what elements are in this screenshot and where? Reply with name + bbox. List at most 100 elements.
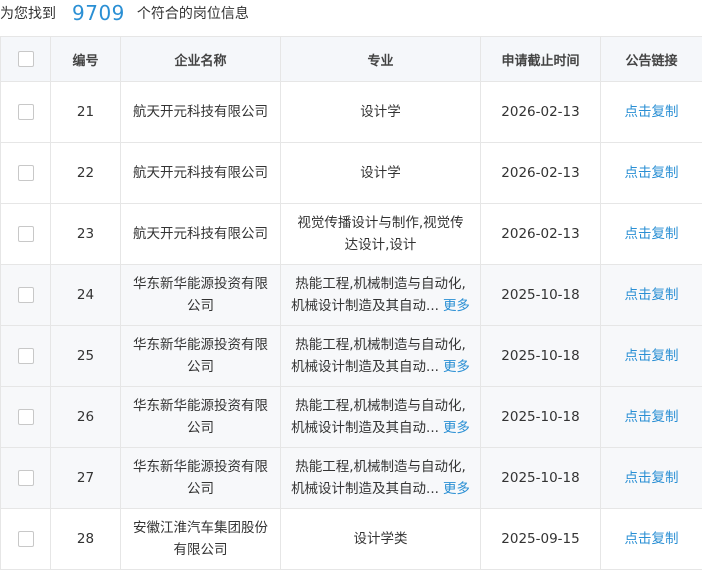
header-major: 专业 (280, 36, 481, 82)
deadline: 2026-02-13 (480, 203, 601, 265)
major-line: 设计学 (360, 104, 401, 120)
row-select-cell[interactable] (0, 447, 51, 509)
row-select-cell[interactable] (0, 386, 51, 448)
row-select-cell[interactable] (0, 203, 51, 265)
row-checkbox[interactable] (17, 104, 34, 120)
deadline: 2025-09-15 (480, 508, 601, 570)
copy-link[interactable]: 点击复制 (625, 531, 679, 547)
row-number: 28 (50, 508, 121, 570)
major-line-text: 机械设计制造及其自动... (291, 298, 439, 314)
major-line: 机械设计制造及其自动... 更多 (281, 417, 480, 439)
major-line: 设计学 (360, 165, 401, 181)
table-row: 28 安徽江淮汽车集团股份有限公司 设计学类 2025-09-15 点击复制 (0, 508, 702, 570)
major-line: 设计学类 (353, 531, 408, 547)
major-line: 热能工程,机械制造与自动化, (295, 276, 466, 292)
row-select-cell[interactable] (0, 81, 51, 143)
major-line: 热能工程,机械制造与自动化, (295, 337, 466, 353)
select-all-cell[interactable] (0, 36, 51, 82)
row-number: 23 (50, 203, 121, 265)
header-link: 公告链接 (600, 36, 702, 82)
company-name: 安徽江淮汽车集团股份有限公司 (120, 508, 281, 570)
company-name: 航天开元科技有限公司 (120, 203, 281, 265)
table-row: 22 航天开元科技有限公司 设计学 2026-02-13 点击复制 (0, 142, 702, 204)
company-name: 航天开元科技有限公司 (120, 81, 281, 143)
copy-link[interactable]: 点击复制 (625, 470, 679, 486)
major-cell: 热能工程,机械制造与自动化, 机械设计制造及其自动... 更多 (280, 447, 481, 509)
announcement-link-cell: 点击复制 (600, 325, 702, 387)
major-line: 视觉传播设计与制作,视觉传 (297, 215, 464, 231)
major-line: 热能工程,机械制造与自动化, (295, 398, 466, 414)
company-name: 华东新华能源投资有限公司 (120, 325, 281, 387)
announcement-link-cell: 点击复制 (600, 81, 702, 143)
table-row: 23 航天开元科技有限公司 视觉传播设计与制作,视觉传 达设计,设计 2026-02-1… (0, 203, 702, 265)
more-link[interactable]: 更多 (443, 359, 470, 375)
major-line-text: 机械设计制造及其自动... (291, 359, 439, 375)
copy-link[interactable]: 点击复制 (625, 104, 679, 120)
announcement-link-cell: 点击复制 (600, 142, 702, 204)
row-number: 25 (50, 325, 121, 387)
row-checkbox[interactable] (17, 226, 34, 242)
company-name-text: 华东新华能源投资有限公司 (133, 459, 268, 497)
row-checkbox[interactable] (17, 165, 34, 181)
header-company: 企业名称 (120, 36, 281, 82)
table-row: 25 华东新华能源投资有限公司 热能工程,机械制造与自动化, 机械设计制造及其自动..… (0, 325, 702, 387)
copy-link[interactable]: 点击复制 (625, 287, 679, 303)
results-summary: 为您找到 9709 个符合的岗位信息 (0, 0, 702, 26)
copy-link[interactable]: 点击复制 (625, 409, 679, 425)
company-name-text: 航天开元科技有限公司 (133, 226, 268, 242)
major-cell: 设计学 (280, 142, 481, 204)
row-checkbox[interactable] (17, 348, 34, 364)
announcement-link-cell: 点击复制 (600, 447, 702, 509)
row-select-cell[interactable] (0, 325, 51, 387)
row-number: 27 (50, 447, 121, 509)
copy-link[interactable]: 点击复制 (625, 226, 679, 242)
major-cell: 视觉传播设计与制作,视觉传 达设计,设计 (280, 203, 481, 265)
table-header-row: 编号 企业名称 专业 申请截止时间 公告链接 (0, 36, 702, 82)
major-line: 热能工程,机械制造与自动化, (295, 459, 466, 475)
major-cell: 热能工程,机械制造与自动化, 机械设计制造及其自动... 更多 (280, 386, 481, 448)
copy-link[interactable]: 点击复制 (625, 165, 679, 181)
company-name-text: 华东新华能源投资有限公司 (133, 398, 268, 436)
table-row: 27 华东新华能源投资有限公司 热能工程,机械制造与自动化, 机械设计制造及其自动..… (0, 447, 702, 509)
major-line: 机械设计制造及其自动... 更多 (281, 478, 480, 500)
row-checkbox[interactable] (17, 287, 34, 303)
announcement-link-cell: 点击复制 (600, 386, 702, 448)
announcement-link-cell: 点击复制 (600, 203, 702, 265)
major-line: 机械设计制造及其自动... 更多 (281, 295, 480, 317)
company-name: 华东新华能源投资有限公司 (120, 447, 281, 509)
result-count: 9709 (72, 1, 125, 25)
header-deadline: 申请截止时间 (480, 36, 601, 82)
major-cell: 热能工程,机械制造与自动化, 机械设计制造及其自动... 更多 (280, 264, 481, 326)
company-name: 华东新华能源投资有限公司 (120, 386, 281, 448)
row-select-cell[interactable] (0, 508, 51, 570)
company-name-text: 航天开元科技有限公司 (133, 104, 268, 120)
more-link[interactable]: 更多 (443, 420, 470, 436)
row-checkbox[interactable] (17, 409, 34, 425)
row-checkbox[interactable] (17, 531, 34, 547)
major-line-text: 达设计,设计 (344, 237, 417, 253)
select-all-checkbox[interactable] (17, 51, 34, 67)
major-line: 机械设计制造及其自动... 更多 (281, 356, 480, 378)
more-link[interactable]: 更多 (443, 481, 470, 497)
deadline: 2025-10-18 (480, 447, 601, 509)
row-number: 26 (50, 386, 121, 448)
company-name-text: 航天开元科技有限公司 (133, 165, 268, 181)
row-select-cell[interactable] (0, 142, 51, 204)
more-link[interactable]: 更多 (443, 298, 470, 314)
job-table: 编号 企业名称 专业 申请截止时间 公告链接 21 航天开元科技有限公司 设计学 20… (0, 36, 702, 570)
header-number: 编号 (50, 36, 121, 82)
company-name-text: 华东新华能源投资有限公司 (133, 276, 268, 314)
company-name-text: 华东新华能源投资有限公司 (133, 337, 268, 375)
deadline: 2025-10-18 (480, 386, 601, 448)
summary-prefix: 为您找到 (0, 6, 56, 22)
major-line-text: 机械设计制造及其自动... (291, 481, 439, 497)
deadline: 2025-10-18 (480, 325, 601, 387)
row-checkbox[interactable] (17, 470, 34, 486)
company-name-text: 安徽江淮汽车集团股份有限公司 (133, 520, 268, 558)
row-select-cell[interactable] (0, 264, 51, 326)
company-name: 华东新华能源投资有限公司 (120, 264, 281, 326)
row-number: 22 (50, 142, 121, 204)
copy-link[interactable]: 点击复制 (625, 348, 679, 364)
major-cell: 设计学 (280, 81, 481, 143)
major-cell: 热能工程,机械制造与自动化, 机械设计制造及其自动... 更多 (280, 325, 481, 387)
